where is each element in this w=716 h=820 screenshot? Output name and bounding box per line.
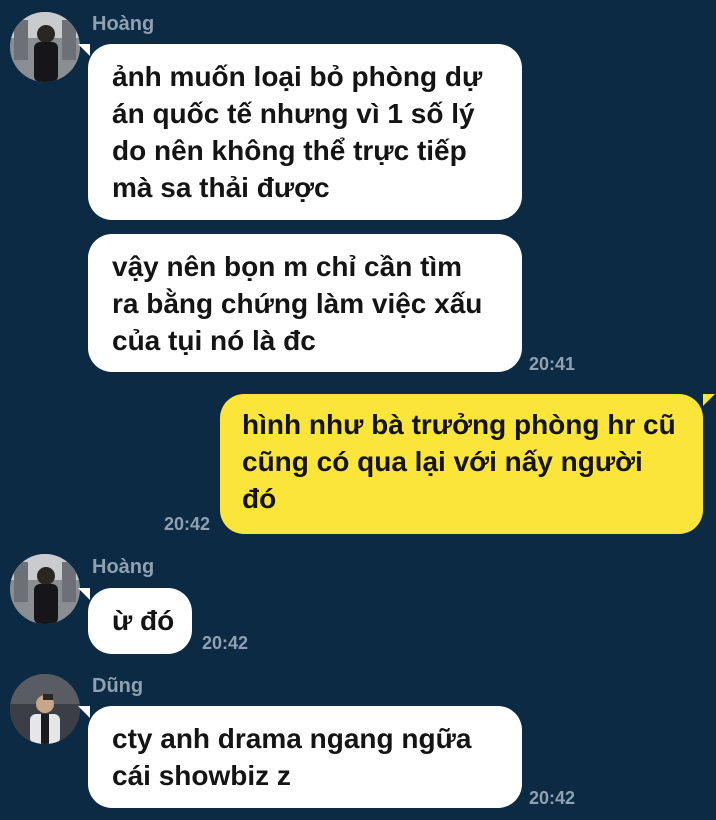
avatar-photo-icon [10,554,80,624]
message-bubble[interactable]: ừ đó [88,588,192,654]
outgoing-message-bubble[interactable]: hình như bà trưởng phòng hr cũ cũng có q… [220,394,703,534]
message-line: cũng có qua lại với nấy người [242,446,643,477]
sender-name: Hoàng [92,13,155,35]
message-timestamp: 20:42 [529,788,576,808]
avatar-photo-icon [10,12,80,82]
sender-name: Hoàng [92,556,155,578]
message-bubble[interactable]: cty anh drama ngang ngữa cái showbiz z [88,706,522,808]
message-timestamp: 20:41 [529,354,576,374]
message-timestamp: 20:42 [164,514,211,534]
bubble-tail [78,44,90,56]
message-line: ảnh muốn loại bỏ phòng dự [112,61,483,92]
message-line: của tụi nó là đc [112,325,316,356]
sender-name: Dũng [92,675,144,697]
message-line: hình như bà trưởng phòng hr cũ [242,409,676,440]
avatar-hoang[interactable] [10,12,80,82]
message-bubble[interactable]: ảnh muốn loại bỏ phòng dự án quốc tế như… [88,44,522,220]
avatar-photo-icon [10,674,80,744]
message-timestamp: 20:42 [202,633,249,653]
message-line: đó [242,483,277,514]
avatar-dung[interactable] [10,674,80,744]
message-line: cái showbiz z [112,760,291,791]
message-bubble[interactable]: vậy nên bọn m chỉ cần tìm ra bằng chứng … [88,234,522,372]
message-line: ra bằng chứng làm việc xấu [112,288,483,319]
bubble-tail [703,394,715,406]
bubble-tail [78,588,90,600]
message-line: mà sa thải được [112,172,330,203]
message-line: án quốc tế nhưng vì 1 số lý [112,98,475,129]
bubble-tail [78,706,90,718]
message-line: do nên không thể trực tiếp [112,135,467,166]
avatar-hoang[interactable] [10,554,80,624]
message-line: vậy nên bọn m chỉ cần tìm [112,251,463,282]
message-line: cty anh drama ngang ngữa [112,723,472,754]
message-line: ừ đó [112,605,175,636]
